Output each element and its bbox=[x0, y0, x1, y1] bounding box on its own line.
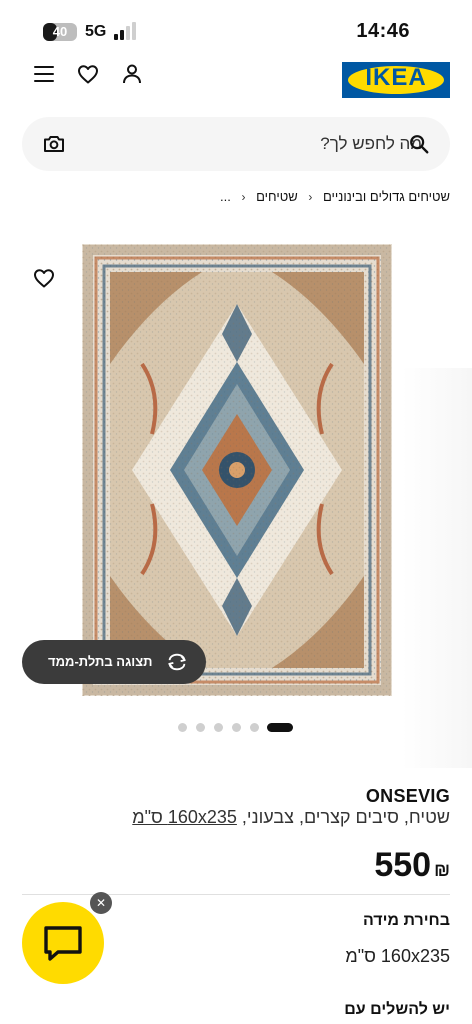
carousel-dot[interactable] bbox=[232, 723, 241, 732]
product-image-rug[interactable] bbox=[82, 244, 392, 696]
price-currency: ₪ bbox=[434, 860, 450, 880]
add-to-favorites-heart-icon[interactable] bbox=[32, 266, 56, 290]
search-bar bbox=[22, 117, 450, 171]
chevron-left-icon: ‹ bbox=[241, 189, 246, 204]
product-description: שטיח, סיבים קצרים, צבעוני, 160x235 ס"מ bbox=[132, 807, 450, 828]
signal-strength-icon bbox=[114, 22, 138, 40]
view-in-3d-label: תצוגה בתלת-ממד bbox=[48, 654, 153, 669]
size-selection-heading: בחירת מידה bbox=[362, 912, 450, 929]
breadcrumb: שטיחים גדולים ובינוניים ‹ שטיחים ‹ ... bbox=[220, 188, 450, 204]
logo-text: IKEA bbox=[365, 64, 427, 91]
close-chat-icon[interactable]: ✕ bbox=[90, 892, 112, 914]
status-bar: 40 5G 14:46 bbox=[0, 0, 472, 62]
view-in-3d-button[interactable]: תצוגה בתלת-ממד bbox=[22, 640, 206, 684]
search-icon[interactable] bbox=[408, 133, 430, 155]
product-price: 550 ₪ bbox=[374, 846, 450, 885]
product-size-link[interactable]: 160x235 ס"מ bbox=[132, 807, 237, 827]
breadcrumb-item-rugs[interactable]: שטיחים bbox=[256, 189, 298, 204]
carousel-dot[interactable] bbox=[214, 723, 223, 732]
camera-icon[interactable] bbox=[42, 132, 66, 156]
person-icon[interactable] bbox=[120, 62, 144, 86]
clock: 14:46 bbox=[356, 20, 410, 42]
heart-icon[interactable] bbox=[76, 62, 100, 86]
product-description-text: שטיח, סיבים קצרים, צבעוני, bbox=[236, 807, 450, 827]
chevron-left-icon: ‹ bbox=[308, 189, 313, 204]
top-header: IKEA bbox=[0, 58, 472, 102]
hamburger-menu-icon[interactable] bbox=[34, 66, 54, 82]
divider bbox=[22, 894, 450, 895]
network-type: 5G bbox=[85, 23, 107, 40]
chat-bubble-icon bbox=[44, 926, 82, 961]
ikea-logo[interactable]: IKEA bbox=[342, 62, 450, 98]
battery-level: 40 bbox=[52, 24, 68, 39]
product-image-carousel[interactable] bbox=[0, 222, 472, 768]
carousel-dot-active[interactable] bbox=[267, 723, 293, 732]
size-selection-value[interactable]: 160x235 ס"מ bbox=[345, 946, 450, 967]
carousel-dot[interactable] bbox=[178, 723, 187, 732]
chat-button[interactable] bbox=[22, 902, 104, 984]
breadcrumb-item-more[interactable]: ... bbox=[220, 189, 231, 204]
carousel-dot[interactable] bbox=[196, 723, 205, 732]
battery-icon: 40 bbox=[43, 23, 77, 41]
product-name: ONSEVIG bbox=[365, 786, 450, 806]
breadcrumb-item-large-medium-rugs[interactable]: שטיחים גדולים ובינוניים bbox=[323, 189, 450, 204]
rotate-3d-icon bbox=[168, 653, 186, 671]
price-amount: 550 bbox=[374, 846, 432, 884]
complete-the-look-heading: יש להשלים עם bbox=[344, 1001, 450, 1018]
search-input[interactable] bbox=[82, 117, 422, 171]
carousel-dot[interactable] bbox=[250, 723, 259, 732]
